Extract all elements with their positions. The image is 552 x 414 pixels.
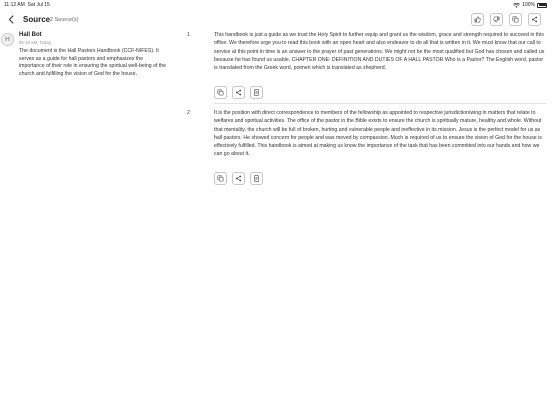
- share-icon: [531, 16, 538, 23]
- status-right: 100%: [513, 2, 547, 8]
- document-button[interactable]: [250, 172, 263, 185]
- document-button[interactable]: [250, 86, 263, 99]
- bot-name: Hall Bot: [19, 32, 42, 38]
- source-count: 2 Source(s): [50, 16, 79, 23]
- battery-percent: 100%: [522, 2, 535, 8]
- document-icon: [254, 175, 259, 182]
- copy-icon: [217, 175, 224, 182]
- source-text: It is the position with direct correspon…: [214, 110, 542, 158]
- status-bar: 11:12 AM Sat Jul 15 100%: [0, 0, 552, 10]
- share-button[interactable]: [232, 172, 245, 185]
- source-number: 1: [187, 32, 190, 38]
- thumbs-up-button[interactable]: [471, 13, 484, 26]
- message-text: The document is the Hall Pastors Handboo…: [19, 48, 167, 77]
- copy-button[interactable]: [214, 86, 227, 99]
- share-icon: [235, 89, 242, 96]
- copy-button[interactable]: [214, 172, 227, 185]
- chevron-left-icon: [8, 14, 13, 24]
- battery-icon: [537, 2, 547, 8]
- copy-icon: [217, 89, 224, 96]
- avatar: H: [1, 33, 14, 46]
- message-timestamp: 05:18 AM, Today: [19, 40, 51, 45]
- share-icon: [235, 175, 242, 182]
- source-text: This handbook is just a guide as we trus…: [214, 32, 545, 72]
- top-bar: Source 2 Source(s): [0, 10, 552, 29]
- source-number: 2: [187, 110, 190, 116]
- source-actions: [214, 86, 263, 99]
- document-icon: [254, 89, 259, 96]
- share-button[interactable]: [528, 13, 541, 26]
- back-button[interactable]: [6, 13, 16, 25]
- thumbs-up-icon: [474, 16, 481, 23]
- copy-button[interactable]: [509, 13, 522, 26]
- divider: [214, 103, 546, 104]
- header-actions: [471, 13, 541, 26]
- thumbs-down-icon: [493, 16, 500, 23]
- source-actions: [214, 172, 263, 185]
- page-title: Source: [23, 15, 51, 24]
- status-time: 11:12 AM Sat Jul 15: [4, 2, 50, 8]
- wifi-icon: [513, 2, 521, 8]
- copy-icon: [512, 16, 519, 23]
- share-button[interactable]: [232, 86, 245, 99]
- thumbs-down-button[interactable]: [490, 13, 503, 26]
